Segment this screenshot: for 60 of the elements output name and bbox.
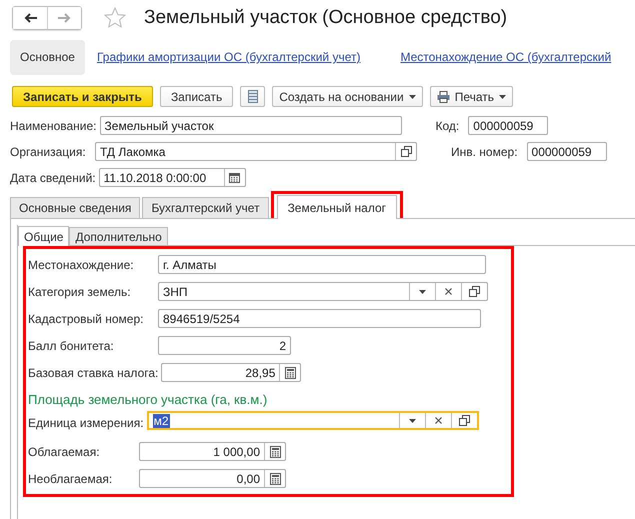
clear-icon: [434, 417, 442, 424]
field-label: Категория земель:: [28, 284, 132, 298]
window-title: Земельный участок (Основное средство): [144, 6, 508, 28]
caret-icon: [419, 290, 426, 294]
calculator-icon: [284, 366, 296, 378]
star-icon[interactable]: [104, 7, 126, 28]
field-label: Организация:: [10, 144, 87, 158]
field-label: Балл бонитета:: [28, 338, 115, 352]
input-field[interactable]: 0,00: [139, 469, 286, 488]
back-arrow-icon: [24, 12, 36, 22]
input-field[interactable]: 28,95: [161, 363, 302, 382]
field-label: Наименование:: [10, 118, 98, 132]
field-label: Базовая ставка налога:: [28, 366, 160, 380]
calendar-icon: [229, 172, 240, 183]
input-field[interactable]: ТД Лакомка: [95, 142, 417, 161]
input-field[interactable]: Земельный участок: [100, 116, 402, 135]
input-field[interactable]: 000000059: [468, 116, 548, 135]
field-label: Код:: [436, 118, 460, 132]
group-heading: Площадь земельного участка (га, кв.м.): [28, 392, 268, 407]
field-label: Дата сведений:: [10, 170, 97, 184]
input-field[interactable]: 2: [158, 336, 291, 355]
open-icon: [458, 415, 470, 426]
caret-icon: [408, 418, 416, 422]
input-field[interactable]: г. Алматы: [158, 255, 486, 274]
save-button[interactable]: Записать: [160, 86, 234, 107]
input-field[interactable]: ЗНП: [158, 282, 488, 301]
print-button[interactable]: Печать: [430, 86, 514, 107]
open-icon: [469, 286, 480, 297]
caret-icon: [408, 94, 416, 98]
calculator-icon: [270, 472, 280, 484]
field-label: Кадастровый номер:: [28, 312, 144, 326]
save-and-close-button[interactable]: Записать и закрыть: [12, 86, 153, 107]
navigation-link[interactable]: Местонахождение ОС (бухгалтерский: [390, 40, 622, 75]
input-field[interactable]: м2: [146, 411, 479, 430]
tab[interactable]: Земельный налог: [276, 195, 398, 219]
tab[interactable]: Основные сведения: [10, 197, 140, 218]
forward-arrow-icon: [58, 12, 71, 22]
tab[interactable]: Общие: [18, 226, 70, 246]
field-label: Необлагаемая:: [28, 472, 114, 486]
tab[interactable]: Дополнительно: [69, 227, 168, 245]
back-button[interactable]: [13, 6, 47, 28]
field-label: Местонахождение:: [28, 258, 135, 272]
caret-icon: [499, 94, 506, 98]
input-field[interactable]: 000000059: [526, 142, 607, 161]
list-icon: [248, 90, 258, 103]
calculator-icon: [270, 446, 280, 458]
clear-icon: [445, 288, 452, 295]
list-button[interactable]: [240, 86, 266, 107]
input-field[interactable]: 1 000,00: [139, 442, 286, 461]
navigation-link[interactable]: Графики амортизации ОС (бухгалтерский учет): [86, 40, 370, 75]
field-label: Облагаемая:: [28, 444, 101, 458]
open-icon: [400, 146, 412, 157]
field-label: Инв. номер:: [451, 144, 519, 158]
field-label: Единица измерения:: [28, 416, 145, 430]
navigation-link[interactable]: Основное: [10, 40, 85, 75]
input-field[interactable]: 11.10.2018 0:00:00: [98, 168, 246, 187]
printer-icon: [436, 90, 450, 102]
tab[interactable]: Бухгалтерский учет: [142, 197, 269, 218]
create-based-on-button[interactable]: Создать на основании: [272, 86, 423, 107]
input-field[interactable]: 8946519/5254: [158, 309, 481, 328]
